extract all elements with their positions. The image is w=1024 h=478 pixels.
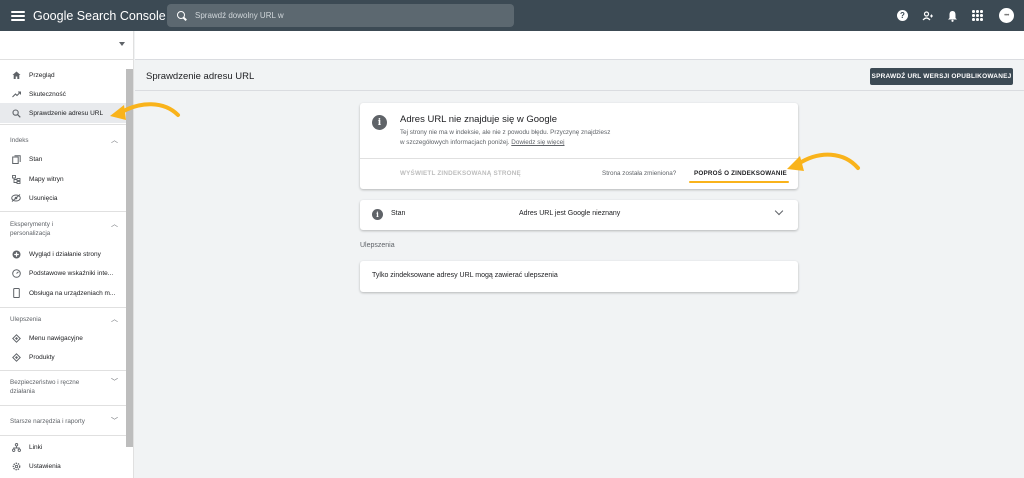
chevron-down-icon: ﹀ xyxy=(111,418,118,425)
divider xyxy=(0,124,126,125)
enhancements-card: Tylko zindeksowane adresy URL mogą zawie… xyxy=(360,261,798,292)
status-title: Adres URL nie znajduje się w Google xyxy=(400,114,558,125)
home-icon xyxy=(10,71,22,80)
sidebar-item-page-experience[interactable]: Wygląd i działanie strony xyxy=(0,244,126,264)
section-header-legacy-tools[interactable]: Starsze narzędzia i raporty ﹀ xyxy=(10,417,120,426)
section-header-security[interactable]: Bezpieczeństwo i ręczne działania ﹀ xyxy=(10,378,120,396)
plus-circle-icon xyxy=(10,250,22,259)
sidebar-item-products[interactable]: Produkty xyxy=(0,347,126,367)
chevron-up-icon: ︿ xyxy=(111,221,118,228)
divider xyxy=(0,435,126,436)
search-input[interactable] xyxy=(195,11,495,20)
hamburger-menu-icon[interactable] xyxy=(11,10,25,21)
learn-more-link[interactable]: Dowiedz się więcej xyxy=(511,139,564,146)
layers-icon xyxy=(10,333,22,343)
help-icon[interactable]: ? xyxy=(896,9,909,22)
property-selector[interactable] xyxy=(0,31,133,60)
top-icons: ? ••• xyxy=(896,0,1014,31)
sidebar-item-breadcrumbs[interactable]: Menu nawigacyjne xyxy=(0,328,126,348)
search-icon xyxy=(10,108,22,118)
view-indexed-page-button[interactable]: WYŚWIETL ZINDEKSOWANĄ STRONĘ xyxy=(400,170,521,177)
sidebar-item-label: Produkty xyxy=(29,353,55,361)
request-indexing-button[interactable]: POPROŚ O ZINDEKSOWANIE xyxy=(694,170,787,177)
section-header-enhancements[interactable]: Ulepszenia ︿ xyxy=(10,315,120,324)
sidebar-scrollbar[interactable] xyxy=(126,69,133,447)
avatar[interactable]: ••• xyxy=(999,8,1014,23)
sidebar-item-sitemaps[interactable]: Mapy witryn xyxy=(0,169,126,189)
chevron-down-icon[interactable] xyxy=(774,206,784,216)
phone-icon xyxy=(10,288,22,298)
chevron-up-icon: ︿ xyxy=(111,137,118,144)
pages-icon xyxy=(10,154,22,164)
divider xyxy=(0,211,126,212)
trending-up-icon xyxy=(10,90,22,98)
sidebar-item-label: Sprawdzenie adresu URL xyxy=(29,109,104,117)
enhancements-message: Tylko zindeksowane adresy URL mogą zawie… xyxy=(372,272,558,279)
sidebar-item-mobile-usability[interactable]: Obsługa na urządzeniach m... xyxy=(0,283,126,303)
divider xyxy=(0,307,126,308)
gauge-icon xyxy=(10,268,22,278)
sidebar-item-performance[interactable]: Skuteczność xyxy=(0,84,126,104)
index-status-card: i Adres URL nie znajduje się w Google Te… xyxy=(360,103,798,189)
inspect-live-url-button[interactable]: SPRAWDŹ URL WERSJI OPUBLIKOWANEJ xyxy=(870,68,1013,85)
sidebar-item-label: Mapy witryn xyxy=(29,175,64,183)
sidebar-item-core-web-vitals[interactable]: Podstawowe wskaźniki inte... xyxy=(0,263,126,283)
highlight-underline xyxy=(689,181,789,183)
state-label: Stan xyxy=(391,210,406,217)
status-description: Tej strony nie ma w indeksie, ale nie z … xyxy=(400,129,611,146)
search-icon xyxy=(177,10,187,21)
section-header-index[interactable]: Indeks ︿ xyxy=(10,136,120,145)
sidebar-item-label: Skuteczność xyxy=(29,90,66,98)
sidebar-item-label: Stan xyxy=(29,155,43,163)
layers-icon xyxy=(10,352,22,362)
sidebar-item-coverage[interactable]: Stan xyxy=(0,149,126,169)
apps-grid-icon[interactable] xyxy=(971,9,984,22)
top-bar: Google Search Console ? ••• xyxy=(0,0,1024,31)
sidebar-item-label: Ustawienia xyxy=(29,462,61,470)
sidebar-item-label: Usunięcia xyxy=(29,194,58,202)
sidebar-item-label: Wygląd i działanie strony xyxy=(29,250,101,258)
url-inspection-search[interactable] xyxy=(167,4,514,27)
sitemap-icon xyxy=(10,174,22,184)
divider xyxy=(360,158,798,159)
info-icon: i xyxy=(372,115,387,130)
sidebar-item-label: Obsługa na urządzeniach m... xyxy=(29,289,116,297)
info-icon: i xyxy=(372,209,383,220)
links-icon xyxy=(10,442,22,452)
account-icon[interactable] xyxy=(921,9,934,22)
page-changed-question: Strona została zmieniona? xyxy=(602,170,677,177)
sidebar-item-url-inspection[interactable]: Sprawdzenie adresu URL xyxy=(0,103,126,123)
sidebar-item-label: Podstawowe wskaźniki inte... xyxy=(29,269,114,277)
chevron-up-icon: ︿ xyxy=(111,316,118,323)
sidebar-item-settings[interactable]: Ustawienia xyxy=(0,456,126,476)
removals-icon xyxy=(10,194,22,202)
sidebar-item-label: Linki xyxy=(29,443,43,451)
sidebar-item-label: Menu nawigacyjne xyxy=(29,334,83,342)
bell-icon[interactable] xyxy=(946,9,959,22)
chevron-down-icon: ﹀ xyxy=(111,379,118,386)
app-title[interactable]: Google Search Console xyxy=(33,9,166,23)
sidebar: Przegląd Skuteczność Sprawdzenie adresu … xyxy=(0,31,134,478)
sidebar-item-label: Przegląd xyxy=(29,71,55,79)
sidebar-item-removals[interactable]: Usunięcia xyxy=(0,188,126,208)
state-value: Adres URL jest Google nieznany xyxy=(519,210,621,217)
coverage-state-row[interactable]: i Stan Adres URL jest Google nieznany xyxy=(360,200,798,230)
divider xyxy=(135,90,1024,91)
settings-icon xyxy=(10,462,22,471)
chevron-down-icon xyxy=(119,42,125,46)
sidebar-item-overview[interactable]: Przegląd xyxy=(0,65,126,85)
divider xyxy=(0,405,126,406)
divider xyxy=(0,370,126,371)
page-title: Sprawdzenie adresu URL xyxy=(146,71,255,82)
property-band xyxy=(135,31,1024,60)
sidebar-item-links[interactable]: Linki xyxy=(0,437,126,457)
section-header-experiments[interactable]: Eksperymenty i personalizacja ︿ xyxy=(10,220,120,238)
enhancements-label: Ulepszenia xyxy=(360,242,395,249)
